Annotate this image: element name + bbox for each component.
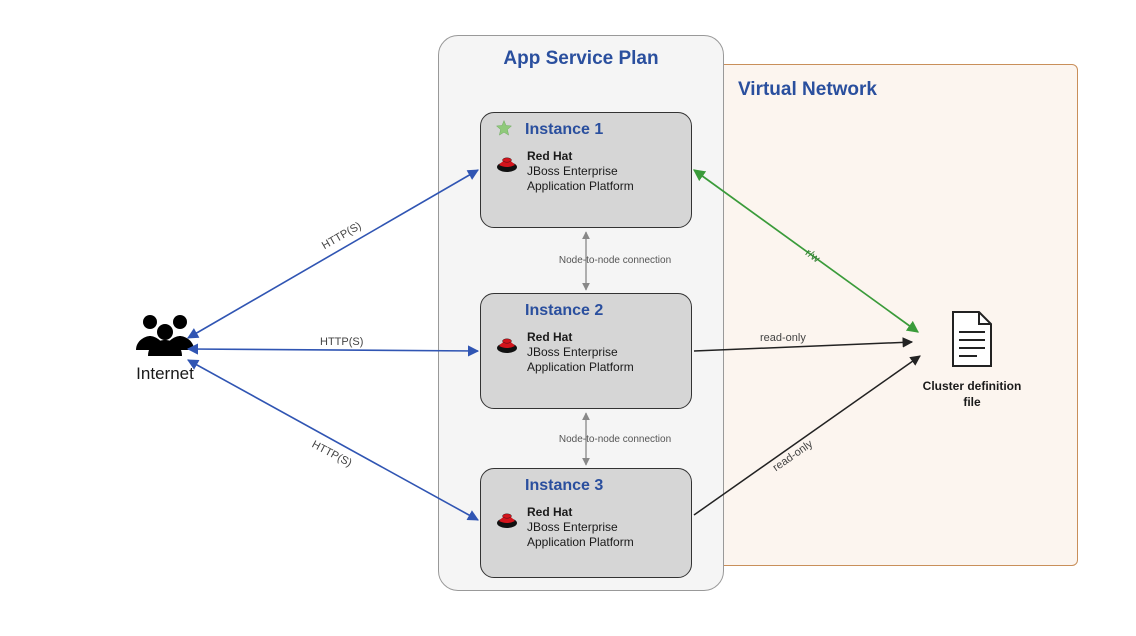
edge-label-http3: HTTP(S) (310, 439, 354, 470)
internet-node: Internet (110, 310, 220, 384)
instance-card-2: Instance 2 Red Hat JBoss Enterprise Appl… (480, 293, 692, 409)
redhat-line1: JBoss Enterprise (527, 345, 618, 359)
virtual-network-title: Virtual Network (738, 79, 877, 101)
instance-3-redhat-text: Red Hat JBoss Enterprise Application Pla… (527, 505, 634, 550)
cluster-file-label-line2: file (963, 395, 980, 409)
redhat-brand: Red Hat (527, 149, 572, 163)
instance-card-1: Instance 1 Red Hat JBoss Enterprise Appl… (480, 112, 692, 228)
instance-2-title: Instance 2 (525, 302, 677, 320)
redhat-icon (495, 332, 519, 356)
app-service-plan-title: App Service Plan (439, 48, 723, 70)
document-icon (949, 310, 995, 368)
internet-label: Internet (110, 364, 220, 384)
instance-1-redhat-text: Red Hat JBoss Enterprise Application Pla… (527, 149, 634, 194)
instance-1-title: Instance 1 (525, 121, 677, 139)
cluster-file-node: Cluster definition file (906, 310, 1038, 410)
redhat-line1: JBoss Enterprise (527, 164, 618, 178)
instance-card-3: Instance 3 Red Hat JBoss Enterprise Appl… (480, 468, 692, 578)
users-icon (130, 310, 200, 360)
edge-http-3 (188, 360, 478, 520)
edge-label-readonly1: read-only (760, 332, 806, 344)
star-icon (495, 119, 513, 137)
redhat-line2: Application Platform (527, 360, 634, 374)
instance-2-redhat-text: Red Hat JBoss Enterprise Application Pla… (527, 330, 634, 375)
redhat-line1: JBoss Enterprise (527, 520, 618, 534)
redhat-brand: Red Hat (527, 330, 572, 344)
redhat-icon (495, 507, 519, 531)
cluster-file-label: Cluster definition file (906, 379, 1038, 410)
cluster-file-label-line1: Cluster definition (923, 379, 1022, 393)
redhat-line2: Application Platform (527, 535, 634, 549)
diagram-canvas: Virtual Network App Service Plan Interne… (0, 0, 1136, 636)
redhat-brand: Red Hat (527, 505, 572, 519)
redhat-icon (495, 151, 519, 175)
edge-label-http2: HTTP(S) (320, 336, 363, 348)
instance-3-title: Instance 3 (525, 477, 677, 495)
redhat-line2: Application Platform (527, 179, 634, 193)
edge-http-2 (188, 349, 478, 351)
edge-http-1 (188, 170, 478, 338)
edge-label-node-conn2: Node-to-node connection (540, 434, 690, 445)
edge-label-node-conn1: Node-to-node connection (540, 255, 690, 266)
edge-label-http1: HTTP(S) (320, 220, 364, 252)
